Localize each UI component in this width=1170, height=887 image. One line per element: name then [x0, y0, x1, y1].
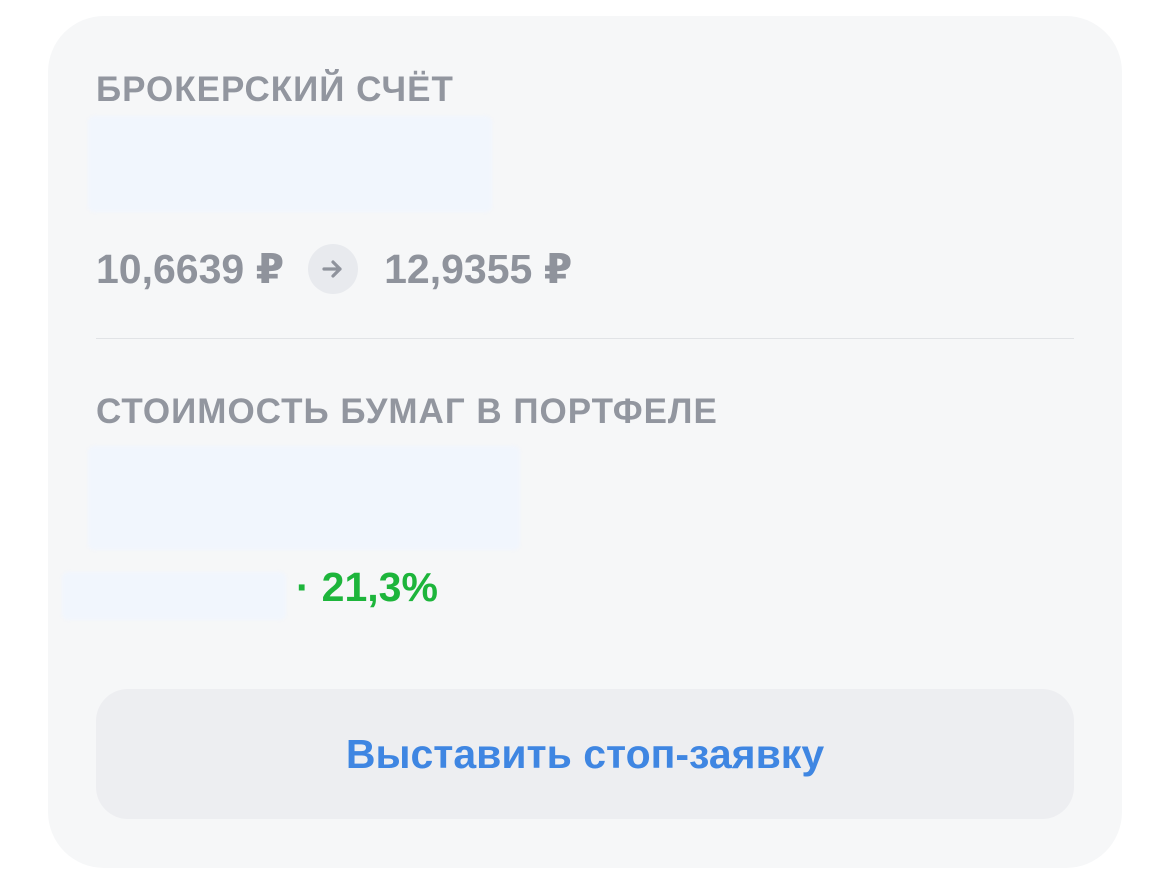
price-change-row: 10,6639 ₽ 12,9355 ₽	[96, 240, 572, 298]
brokerage-card: БРОКЕРСКИЙ СЧЁТ 10,6639 ₽ 12,9355 ₽ СТОИ…	[48, 16, 1122, 868]
account-section-label: БРОКЕРСКИЙ СЧЁТ	[96, 70, 454, 109]
change-separator: ·	[296, 564, 310, 610]
portfolio-section-label: СТОИМОСТЬ БУМАГ В ПОРТФЕЛЕ	[96, 392, 718, 431]
redacted-account-balance	[88, 116, 492, 212]
portfolio-change: · 21,3%	[296, 564, 438, 611]
arrow-right-icon	[308, 244, 359, 294]
redacted-portfolio-change	[62, 572, 286, 620]
change-percent: 21,3%	[321, 564, 438, 610]
redacted-portfolio-value	[88, 446, 520, 550]
place-stop-order-button[interactable]: Выставить стоп-заявку	[96, 689, 1074, 819]
price-to: 12,9355 ₽	[384, 246, 573, 292]
price-from: 10,6639 ₽	[96, 246, 285, 292]
divider	[96, 338, 1074, 339]
